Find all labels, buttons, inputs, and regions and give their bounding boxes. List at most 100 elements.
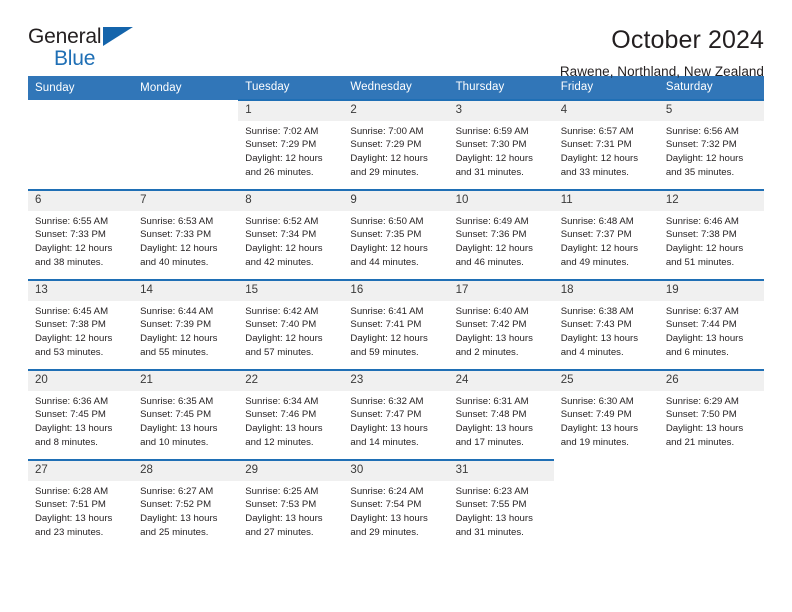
calendar-day-cell[interactable]: 24 Sunrise: 6:31 AM Sunset: 7:48 PM Dayligh…	[448, 369, 554, 460]
calendar-day-cell[interactable]: 11 Sunrise: 6:48 AM Sunset: 7:37 PM Dayligh…	[553, 189, 659, 280]
calendar-day-cell[interactable]: 2 Sunrise: 7:00 AM Sunset: 7:29 PM Daylight…	[343, 99, 449, 190]
sunrise-time: Sunrise: 6:55 AM	[35, 215, 109, 227]
calendar-cell-inner: 10 Sunrise: 6:49 AM Sunset: 7:36 PM Dayligh…	[448, 191, 554, 279]
day-sun-info: Sunrise: 7:00 AM Sunset: 7:29 PM Daylight:…	[343, 121, 448, 180]
calendar-day-cell[interactable]: 1 Sunrise: 7:02 AM Sunset: 7:29 PM Daylight…	[238, 99, 344, 190]
sunset-time: Sunset: 7:42 PM	[455, 319, 527, 331]
calendar-day-cell[interactable]: 27 Sunrise: 6:28 AM Sunset: 7:51 PM Dayligh…	[28, 459, 134, 550]
calendar-day-cell[interactable]: 19 Sunrise: 6:37 AM Sunset: 7:44 PM Dayligh…	[658, 279, 764, 370]
calendar-day-cell[interactable]: 22 Sunrise: 6:34 AM Sunset: 7:46 PM Dayligh…	[238, 369, 344, 460]
day-number: 27	[28, 461, 134, 481]
day-sun-info: Sunrise: 6:35 AM Sunset: 7:45 PM Daylight:…	[133, 391, 238, 450]
calendar-day-cell[interactable]: 17 Sunrise: 6:40 AM Sunset: 7:42 PM Dayligh…	[448, 279, 554, 370]
calendar-cell-inner: 28 Sunrise: 6:27 AM Sunset: 7:52 PM Dayligh…	[133, 461, 239, 550]
sunset-time: Sunset: 7:29 PM	[350, 139, 422, 151]
sunrise-time: Sunrise: 6:34 AM	[245, 395, 319, 407]
day-sun-info: Sunrise: 6:36 AM Sunset: 7:45 PM Daylight:…	[28, 391, 133, 450]
sunrise-time: Sunrise: 7:00 AM	[350, 125, 424, 137]
logo-triangle-icon	[103, 27, 133, 46]
daylight-duration: Daylight: 12 hours and 46 minutes.	[455, 243, 533, 268]
calendar-day-cell[interactable]: 20 Sunrise: 6:36 AM Sunset: 7:45 PM Dayligh…	[28, 369, 134, 460]
calendar-cell-inner	[28, 100, 133, 189]
calendar-cell-inner: 26 Sunrise: 6:29 AM Sunset: 7:50 PM Dayligh…	[658, 371, 764, 460]
day-number: 28	[133, 461, 239, 481]
sunrise-time: Sunrise: 6:59 AM	[455, 125, 529, 137]
day-number: 15	[238, 281, 344, 301]
daylight-duration: Daylight: 13 hours and 27 minutes.	[245, 513, 323, 538]
brand-logo[interactable]: General Blue	[28, 26, 148, 74]
calendar-day-cell[interactable]: 13 Sunrise: 6:45 AM Sunset: 7:38 PM Dayligh…	[28, 279, 134, 370]
day-number: 13	[28, 281, 134, 301]
calendar-week-row: 13 Sunrise: 6:45 AM Sunset: 7:38 PM Dayligh…	[28, 279, 764, 370]
calendar-day-cell[interactable]: 6 Sunrise: 6:55 AM Sunset: 7:33 PM Daylight…	[28, 189, 134, 280]
daylight-duration: Daylight: 12 hours and 33 minutes.	[560, 153, 639, 178]
day-number: 9	[343, 191, 449, 211]
day-sun-info: Sunrise: 6:46 AM Sunset: 7:38 PM Daylight:…	[659, 211, 764, 270]
day-number: 26	[658, 371, 764, 391]
daylight-duration: Daylight: 12 hours and 53 minutes.	[35, 333, 113, 358]
day-sun-info: Sunrise: 6:23 AM Sunset: 7:55 PM Daylight:…	[449, 481, 554, 540]
day-sun-info: Sunrise: 6:56 AM Sunset: 7:32 PM Daylight:…	[659, 121, 764, 180]
sunset-time: Sunset: 7:38 PM	[665, 229, 737, 241]
day-sun-info: Sunrise: 6:44 AM Sunset: 7:39 PM Daylight:…	[133, 301, 238, 360]
sunrise-time: Sunrise: 6:31 AM	[455, 395, 529, 407]
calendar-day-cell[interactable]: 14 Sunrise: 6:44 AM Sunset: 7:39 PM Dayligh…	[133, 279, 239, 370]
calendar-day-cell[interactable]: 9 Sunrise: 6:50 AM Sunset: 7:35 PM Daylight…	[343, 189, 449, 280]
sunset-time: Sunset: 7:33 PM	[140, 229, 212, 241]
calendar-cell-inner: 9 Sunrise: 6:50 AM Sunset: 7:35 PM Daylight…	[343, 191, 449, 279]
calendar-day-cell[interactable]: 29 Sunrise: 6:25 AM Sunset: 7:53 PM Dayligh…	[238, 459, 344, 550]
calendar-day-cell[interactable]: 8 Sunrise: 6:52 AM Sunset: 7:34 PM Daylight…	[238, 189, 344, 280]
calendar-day-cell[interactable]: 4 Sunrise: 6:57 AM Sunset: 7:31 PM Daylight…	[553, 99, 659, 190]
calendar-day-cell[interactable]: 16 Sunrise: 6:41 AM Sunset: 7:41 PM Dayligh…	[343, 279, 449, 370]
sunrise-time: Sunrise: 6:52 AM	[245, 215, 319, 227]
daylight-duration: Daylight: 12 hours and 29 minutes.	[350, 153, 428, 178]
weekday-header-sunday: Sunday	[28, 76, 134, 100]
calendar-day-cell[interactable]: 21 Sunrise: 6:35 AM Sunset: 7:45 PM Dayligh…	[133, 369, 239, 460]
weekday-header-row: Sunday Monday Tuesday Wednesday Thursday…	[28, 76, 764, 100]
calendar-week-row: 27 Sunrise: 6:28 AM Sunset: 7:51 PM Dayligh…	[28, 459, 764, 550]
calendar-day-cell[interactable]: 23 Sunrise: 6:32 AM Sunset: 7:47 PM Dayligh…	[343, 369, 449, 460]
day-number: 10	[448, 191, 554, 211]
calendar-cell-empty	[28, 100, 134, 190]
calendar-day-cell[interactable]: 26 Sunrise: 6:29 AM Sunset: 7:50 PM Dayligh…	[658, 369, 764, 460]
sunset-time: Sunset: 7:32 PM	[665, 139, 737, 151]
sunset-time: Sunset: 7:37 PM	[560, 229, 632, 241]
day-number: 3	[448, 101, 554, 121]
calendar-day-cell[interactable]: 15 Sunrise: 6:42 AM Sunset: 7:40 PM Dayligh…	[238, 279, 344, 370]
calendar-day-cell[interactable]: 3 Sunrise: 6:59 AM Sunset: 7:30 PM Daylight…	[448, 99, 554, 190]
day-number: 7	[133, 191, 239, 211]
daylight-duration: Daylight: 12 hours and 35 minutes.	[665, 153, 744, 178]
sunrise-time: Sunrise: 6:30 AM	[560, 395, 634, 407]
sunset-time: Sunset: 7:29 PM	[245, 139, 317, 151]
day-sun-info: Sunrise: 6:48 AM Sunset: 7:37 PM Daylight:…	[554, 211, 659, 270]
daylight-duration: Daylight: 13 hours and 29 minutes.	[350, 513, 428, 538]
calendar-cell-inner	[554, 460, 659, 550]
calendar-cell-empty	[553, 460, 659, 550]
calendar-day-cell[interactable]: 7 Sunrise: 6:53 AM Sunset: 7:33 PM Daylight…	[133, 189, 239, 280]
calendar-cell-inner: 6 Sunrise: 6:55 AM Sunset: 7:33 PM Daylight…	[28, 191, 134, 279]
calendar-day-cell[interactable]: 28 Sunrise: 6:27 AM Sunset: 7:52 PM Dayligh…	[133, 459, 239, 550]
calendar-cell-inner	[659, 460, 764, 550]
sunset-time: Sunset: 7:47 PM	[350, 409, 422, 421]
calendar-week-row: 20 Sunrise: 6:36 AM Sunset: 7:45 PM Dayligh…	[28, 369, 764, 460]
sunrise-time: Sunrise: 6:40 AM	[455, 305, 529, 317]
day-sun-info: Sunrise: 6:40 AM Sunset: 7:42 PM Daylight:…	[449, 301, 554, 360]
calendar-day-cell[interactable]: 18 Sunrise: 6:38 AM Sunset: 7:43 PM Dayligh…	[553, 279, 659, 370]
page-header: General Blue October 2024 Rawene, Northl…	[28, 0, 764, 79]
daylight-duration: Daylight: 12 hours and 59 minutes.	[350, 333, 428, 358]
sunset-time: Sunset: 7:45 PM	[35, 409, 106, 421]
calendar-cell-inner: 15 Sunrise: 6:42 AM Sunset: 7:40 PM Dayligh…	[238, 281, 344, 369]
calendar-cell-inner: 1 Sunrise: 7:02 AM Sunset: 7:29 PM Daylight…	[238, 101, 344, 189]
calendar-day-cell[interactable]: 30 Sunrise: 6:24 AM Sunset: 7:54 PM Dayligh…	[343, 459, 449, 550]
daylight-duration: Daylight: 13 hours and 17 minutes.	[455, 423, 533, 448]
calendar-day-cell[interactable]: 5 Sunrise: 6:56 AM Sunset: 7:32 PM Daylight…	[658, 99, 764, 190]
calendar-cell-inner: 23 Sunrise: 6:32 AM Sunset: 7:47 PM Dayligh…	[343, 371, 449, 459]
day-number: 2	[343, 101, 449, 121]
calendar-cell-inner: 31 Sunrise: 6:23 AM Sunset: 7:55 PM Dayligh…	[448, 461, 554, 550]
calendar-day-cell[interactable]: 25 Sunrise: 6:30 AM Sunset: 7:49 PM Dayligh…	[553, 369, 659, 460]
day-number: 22	[238, 371, 344, 391]
calendar-day-cell[interactable]: 10 Sunrise: 6:49 AM Sunset: 7:36 PM Dayligh…	[448, 189, 554, 280]
calendar-day-cell[interactable]: 31 Sunrise: 6:23 AM Sunset: 7:55 PM Dayligh…	[448, 459, 554, 550]
day-number: 4	[553, 101, 659, 121]
calendar-day-cell[interactable]: 12 Sunrise: 6:46 AM Sunset: 7:38 PM Dayligh…	[658, 189, 764, 280]
